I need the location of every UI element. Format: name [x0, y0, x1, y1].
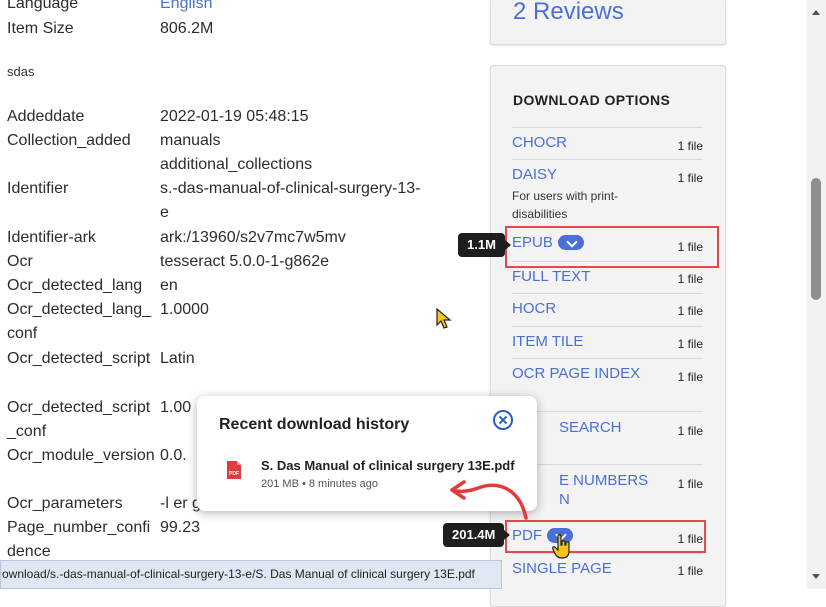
pdf-highlight — [505, 520, 706, 553]
download-option-label[interactable]: ITEM TILE — [512, 333, 583, 350]
download-option-note: For users with print-disabilities — [512, 189, 619, 221]
download-option-hocr[interactable]: HOCR 1 file — [512, 293, 703, 326]
status-bar-url: ownload/s.-das-manual-of-clinical-surger… — [0, 560, 502, 589]
download-option-chocr[interactable]: CHOCR 1 file — [512, 127, 703, 159]
scrollbar-thumb[interactable] — [811, 178, 821, 300]
pdf-size-tooltip: 201.4M — [443, 523, 511, 547]
metadata-key: Ocr_detected_script_conf — [7, 399, 151, 440]
metadata-key: Addeddate — [7, 108, 85, 125]
scrollbar[interactable] — [807, 0, 826, 589]
metadata-key: Identifier-ark — [7, 229, 96, 246]
metadata-value: 806.2M — [160, 20, 214, 37]
epub-highlight — [505, 226, 719, 268]
metadata-value: 1.0000 — [160, 301, 209, 318]
reviews-link[interactable]: 2 Reviews — [513, 0, 624, 26]
file-count: 1 file — [677, 304, 703, 318]
download-option-search[interactable]: SEARCH 1 file — [512, 411, 703, 464]
metadata-key: Ocr_parameters — [7, 495, 123, 512]
download-option-label[interactable]: CHOCR — [512, 134, 567, 151]
file-count: 1 file — [677, 272, 703, 286]
metadata-key: Ocr_detected_script — [7, 350, 151, 367]
metadata-value: en — [160, 277, 178, 294]
metadata-key: Ocr — [7, 253, 33, 270]
metadata-key: Identifier — [7, 180, 69, 197]
download-option-label[interactable]: SINGLE PAGE — [512, 560, 612, 577]
download-option-label[interactable]: E NUMBERS — [559, 472, 648, 489]
download-option-page-numbers[interactable]: E NUMBERS 1 file N — [512, 464, 703, 520]
close-icon[interactable] — [493, 410, 513, 430]
metadata-value: ark:/13960/s2v7mc7w5mv — [160, 229, 346, 246]
file-count: 1 file — [677, 424, 703, 438]
metadata-value: manuals — [160, 132, 221, 149]
download-option-item-tile[interactable]: ITEM TILE 1 file — [512, 326, 703, 358]
file-count: 1 file — [677, 139, 703, 153]
language-link[interactable]: English — [160, 0, 430, 16]
metadata-value: Latin — [160, 350, 195, 367]
scroll-up-arrow-icon[interactable] — [812, 10, 820, 15]
file-count: 1 file — [677, 337, 703, 351]
metadata-value: additional_collections — [160, 156, 313, 173]
metadata-value: 99.23 — [160, 519, 201, 536]
metadata-key: Page_number_confidence — [7, 519, 151, 560]
download-history-title: Recent download history — [219, 416, 410, 433]
download-option-label[interactable]: SEARCH — [559, 419, 622, 436]
annotation-arrow — [450, 480, 528, 520]
file-count: 1 file — [677, 171, 703, 185]
item-description: sdas — [7, 64, 35, 79]
download-options-title: DOWNLOAD OPTIONS — [513, 92, 671, 108]
file-count: 1 file — [677, 477, 703, 491]
metadata-value: tesseract 5.0.0-1-g862e — [160, 253, 329, 270]
metadata-key: Ocr_module_version — [7, 447, 155, 464]
metadata-key: Item Size — [7, 20, 74, 37]
svg-text:PDF: PDF — [229, 471, 239, 477]
mouse-pointer-icon — [436, 308, 452, 329]
download-option-daisy[interactable]: DAISY 1 file For users with print-disabi… — [512, 159, 703, 227]
metadata-value: 2022-01-19 05:48:15 — [160, 108, 309, 125]
download-option-single-page[interactable]: SINGLE PAGE 1 file — [512, 553, 703, 594]
download-option-label[interactable]: FULL TEXT — [512, 268, 590, 285]
download-option-ocr-page-index[interactable]: OCR PAGE INDEX 1 file — [512, 358, 703, 411]
download-file-meta: 201 MB • 8 minutes ago — [261, 478, 378, 490]
file-count: 1 file — [677, 370, 703, 384]
download-option-note: N — [559, 491, 570, 508]
reviews-box: 2 Reviews — [490, 0, 726, 45]
metadata-value: s.-das-manual-of-clinical-surgery-13-e — [160, 180, 421, 221]
metadata-key: Ocr_detected_lang_conf — [7, 301, 152, 342]
scroll-down-arrow-icon[interactable] — [812, 574, 820, 579]
download-option-label[interactable]: OCR PAGE INDEX — [512, 365, 640, 382]
file-count: 1 file — [677, 564, 703, 578]
metadata-key: Ocr_detected_lang — [7, 277, 143, 294]
pdf-file-icon: PDF — [227, 461, 241, 479]
download-option-label[interactable]: DAISY — [512, 166, 557, 183]
download-option-label[interactable]: HOCR — [512, 300, 556, 317]
epub-size-tooltip: 1.1M — [458, 233, 511, 257]
metadata-key: Collection_added — [7, 132, 131, 149]
hand-pointer-icon — [552, 534, 570, 559]
metadata-key: Language — [7, 0, 79, 12]
